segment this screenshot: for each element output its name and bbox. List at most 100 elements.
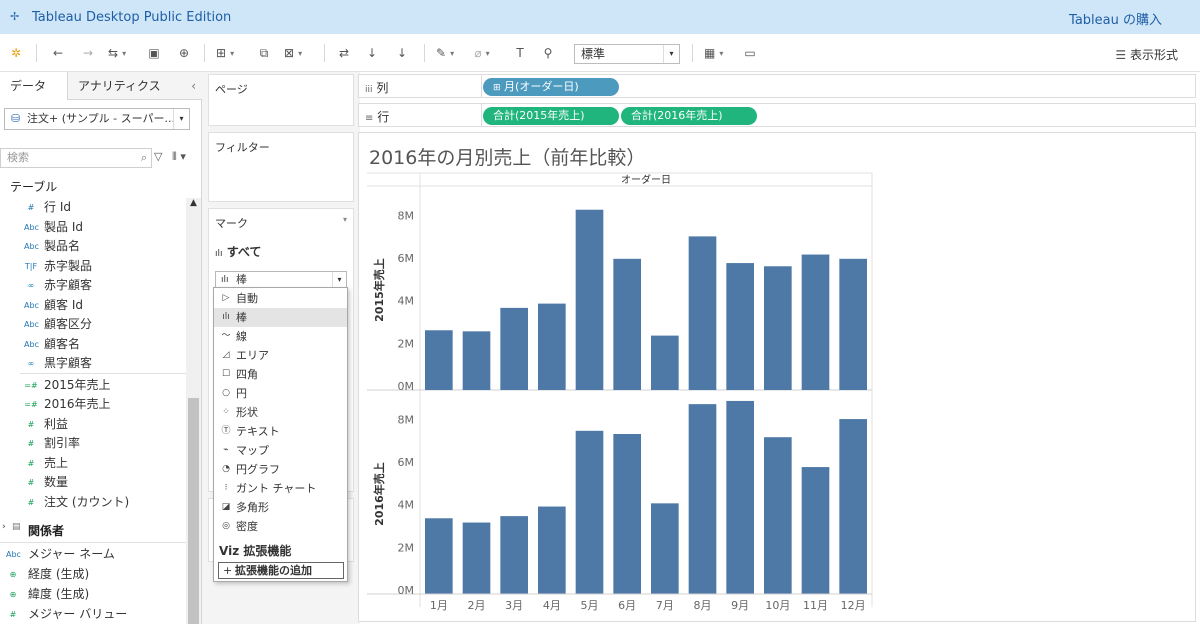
field-item[interactable]: Abc メジャー ネーム bbox=[0, 545, 186, 564]
group-icon[interactable]: ⌀ bbox=[474, 43, 490, 63]
rows-shelf[interactable]: ≡ 行 合計(2015年売上) 合計(2016年売上) bbox=[358, 103, 1196, 127]
field-item[interactable]: # 数量 bbox=[0, 473, 186, 492]
tab-analytics[interactable]: アナリティクス ‹ bbox=[68, 72, 202, 100]
field-item[interactable]: ⊕ 経度 (生成) bbox=[0, 565, 186, 584]
show-cards-icon[interactable]: ▦ bbox=[704, 43, 723, 63]
save-icon[interactable]: ▣ bbox=[146, 43, 162, 63]
mark-type-option[interactable]: ○ 円 bbox=[214, 384, 347, 403]
mark-type-option[interactable]: ⁘ 形状 bbox=[214, 403, 347, 422]
plus-box-icon: ⊞ bbox=[493, 83, 501, 93]
field-item[interactable]: ∞ 赤字顧客 bbox=[0, 276, 186, 295]
mark-type-option[interactable]: ılı 棒 bbox=[214, 308, 347, 327]
show-labels-icon[interactable]: T bbox=[512, 43, 528, 63]
pill-sum-2015-sales[interactable]: 合計(2015年売上) bbox=[483, 107, 619, 125]
columns-shelf[interactable]: iii 列 ⊞ 月(オーダー日) bbox=[358, 74, 1196, 98]
mark-type-option[interactable]: ▷ 自動 bbox=[214, 289, 347, 308]
sort-ascending-icon[interactable]: ↓ bbox=[364, 43, 380, 63]
fit-select[interactable]: 標準 ▾ bbox=[574, 44, 680, 64]
field-item[interactable]: # メジャー バリュー bbox=[0, 605, 186, 624]
pages-title: ページ bbox=[215, 83, 248, 96]
field-item[interactable]: =# 2015年売上 bbox=[0, 376, 186, 395]
mark-type-option-icon: ⁝ bbox=[224, 483, 228, 493]
mark-type-option-label: テキスト bbox=[236, 425, 280, 438]
field-item[interactable]: # 売上 bbox=[0, 454, 186, 473]
show-me-button[interactable]: ☰ 表示形式 bbox=[1115, 46, 1178, 63]
field-item[interactable]: Abc 顧客区分 bbox=[0, 315, 186, 334]
add-extension-button[interactable]: + 拡張機能の追加 bbox=[218, 562, 344, 579]
mark-type-option[interactable]: ◎ 密度 bbox=[214, 517, 347, 536]
mark-type-option-icon: ◎ bbox=[222, 521, 230, 531]
y-tick-label: 4M bbox=[398, 499, 415, 512]
field-item[interactable]: Abc 顧客名 bbox=[0, 335, 186, 354]
field-item[interactable]: # 割引率 bbox=[0, 434, 186, 453]
view-options-icon[interactable]: ⦀ ▾ bbox=[172, 150, 186, 164]
highlight-icon[interactable]: ✎ bbox=[436, 43, 454, 63]
field-item[interactable]: Abc 製品名 bbox=[0, 237, 186, 256]
field-label: 数量 bbox=[44, 475, 69, 489]
mark-type-option[interactable]: ☐ 四角 bbox=[214, 365, 347, 384]
mark-type-option-label: 線 bbox=[236, 330, 247, 343]
duplicate-icon[interactable]: ⧉ bbox=[256, 43, 272, 63]
pin-axes-icon[interactable]: ⚲ bbox=[540, 43, 556, 63]
x-tick-label: 12月 bbox=[841, 599, 866, 612]
replace-datasource-icon[interactable]: ⇆ bbox=[108, 43, 126, 63]
new-worksheet-icon[interactable]: ⊞ bbox=[216, 43, 234, 63]
field-type-icon: Abc bbox=[24, 222, 39, 232]
mark-type-option[interactable]: Ⓣ テキスト bbox=[214, 422, 347, 441]
x-tick-label: 6月 bbox=[618, 599, 636, 612]
mark-type-option-icon: 〜 bbox=[221, 331, 231, 341]
mark-type-option[interactable]: ◔ 円グラフ bbox=[214, 460, 347, 479]
tab-data[interactable]: データ bbox=[0, 72, 68, 100]
field-item[interactable]: # 行 Id bbox=[0, 198, 186, 217]
search-icon: ⌕ bbox=[140, 151, 147, 164]
data-pane-scrollbar[interactable]: ▲ bbox=[186, 198, 201, 624]
pill-sum-2016-sales[interactable]: 合計(2016年売上) bbox=[621, 107, 757, 125]
field-item[interactable]: Abc 顧客 Id bbox=[0, 296, 186, 315]
redo-icon[interactable]: → bbox=[80, 43, 96, 63]
sort-descending-icon[interactable]: ↓ bbox=[394, 43, 410, 63]
datasource-icon: ⛁ bbox=[11, 112, 21, 125]
field-item[interactable]: ⊕ 緯度 (生成) bbox=[0, 585, 186, 604]
new-datasource-icon[interactable]: ⊕ bbox=[176, 43, 192, 63]
app-title: Tableau Desktop Public Edition bbox=[32, 9, 232, 25]
field-label: 売上 bbox=[44, 455, 69, 470]
filter-icon[interactable]: ▽ bbox=[154, 150, 162, 163]
pill-month-order-date[interactable]: ⊞ 月(オーダー日) bbox=[483, 78, 619, 96]
field-item[interactable]: =# 2016年売上 bbox=[0, 395, 186, 414]
mark-type-option[interactable]: ⁝ ガント チャート bbox=[214, 479, 347, 498]
buy-tableau-link[interactable]: Tableau の購入 bbox=[1069, 9, 1162, 28]
mark-type-option[interactable]: ◪ 多角形 bbox=[214, 498, 347, 517]
clear-sheet-icon[interactable]: ⊠ bbox=[284, 43, 302, 63]
bar-2015-1 bbox=[425, 330, 453, 390]
marks-menu-icon[interactable]: ▾ bbox=[343, 215, 347, 224]
field-item[interactable]: T|F 赤字製品 bbox=[0, 257, 186, 276]
title-bar: ✢ Tableau Desktop Public Edition Tableau… bbox=[0, 0, 1200, 34]
field-type-icon: Abc bbox=[6, 550, 21, 559]
undo-icon[interactable]: ← bbox=[50, 43, 66, 63]
relations-header[interactable]: › ▤ 関係者 bbox=[2, 522, 64, 539]
scrollbar-thumb[interactable] bbox=[188, 398, 199, 624]
field-item[interactable]: ∞ 黒字顧客 bbox=[0, 354, 186, 373]
scroll-up-icon[interactable]: ▲ bbox=[186, 198, 201, 212]
field-label: 製品名 bbox=[44, 239, 81, 253]
x-tick-label: 9月 bbox=[731, 599, 749, 612]
pages-card[interactable]: ページ bbox=[208, 74, 354, 126]
mark-type-option[interactable]: ⌁ マップ bbox=[214, 441, 347, 460]
mark-type-option[interactable]: 〜線 bbox=[214, 327, 347, 346]
filters-card[interactable]: フィルター bbox=[208, 132, 354, 202]
field-label: 製品 Id bbox=[44, 219, 83, 234]
tableau-menu-icon[interactable]: ✲ bbox=[8, 43, 24, 63]
collapse-pane-icon[interactable]: ‹ bbox=[191, 72, 196, 100]
bar-2016-9 bbox=[726, 400, 754, 594]
mark-type-option[interactable]: ◿ エリア bbox=[214, 346, 347, 365]
field-label: 顧客名 bbox=[44, 336, 81, 351]
datasource-select[interactable]: ⛁ 注文+ (サンプル - スーパー... ▾ bbox=[4, 108, 190, 130]
swap-rows-columns-icon[interactable]: ⇄ bbox=[336, 43, 352, 63]
field-item[interactable]: Abc 製品 Id bbox=[0, 218, 186, 237]
presentation-mode-icon[interactable]: ▭ bbox=[742, 43, 758, 63]
data-pane-tabs: データ アナリティクス ‹ bbox=[0, 72, 202, 100]
search-input[interactable]: 検索 ⌕ bbox=[0, 148, 152, 168]
field-item[interactable]: # 利益 bbox=[0, 415, 186, 434]
field-type-icon: =# bbox=[24, 380, 38, 390]
field-item[interactable]: # 注文 (カウント) bbox=[0, 493, 186, 512]
